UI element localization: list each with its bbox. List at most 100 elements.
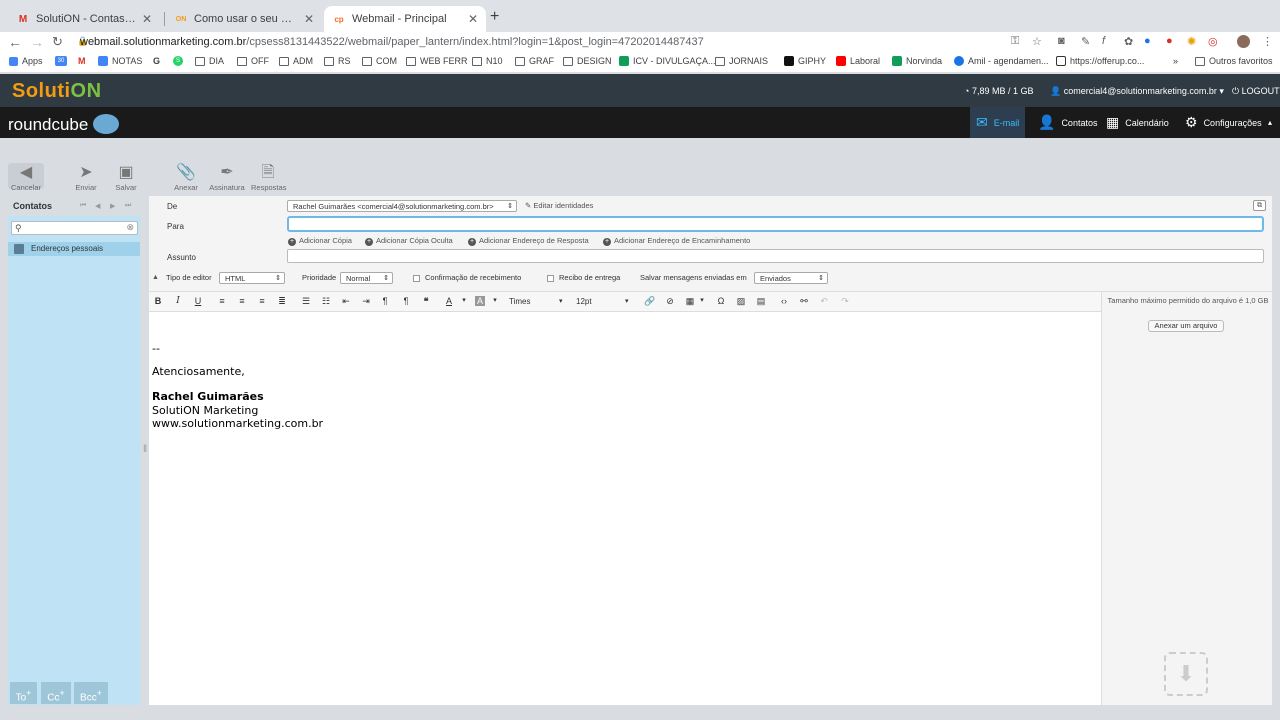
bookmark-calendar[interactable]: 30: [55, 56, 71, 66]
address-book-personal[interactable]: Endereços pessoais: [8, 242, 140, 256]
camera-icon[interactable]: ◙: [1058, 35, 1065, 47]
link-icon[interactable]: 🔗: [644, 296, 656, 307]
add-cc-link[interactable]: + Adicionar Cópia: [288, 236, 352, 246]
message-body-editor[interactable]: -- Atenciosamente, Rachel Guimarães Solu…: [149, 313, 1101, 705]
function-icon[interactable]: f: [1102, 35, 1105, 47]
bookmark-folder-design[interactable]: DESIGN: [563, 56, 612, 66]
drop-zone-download-icon[interactable]: ⬇: [1164, 652, 1208, 696]
options-toggle-icon[interactable]: ▲: [152, 274, 159, 281]
source-code-icon[interactable]: ‹›: [778, 296, 790, 306]
redo-icon[interactable]: ↷: [839, 296, 851, 307]
image-icon[interactable]: ▨: [735, 296, 747, 307]
user-menu[interactable]: 👤 comercial4@solutionmarketing.com.br ▾: [1050, 86, 1224, 97]
subject-input[interactable]: [287, 249, 1264, 263]
add-to-button[interactable]: To+: [10, 682, 37, 704]
new-tab-button[interactable]: +: [490, 8, 499, 26]
bookmark-gmail[interactable]: M: [78, 56, 86, 66]
bookmark-folder-dia[interactable]: DIA: [195, 56, 224, 66]
add-followup-to-link[interactable]: + Adicionar Endereço de Encaminhamento: [603, 236, 750, 246]
bookmark-giphy[interactable]: GIPHY: [784, 56, 826, 66]
eyedropper-icon[interactable]: ✎: [1081, 35, 1090, 48]
add-bcc-link[interactable]: + Adicionar Cópia Oculta: [365, 236, 453, 246]
background-color-icon[interactable]: A: [475, 296, 485, 306]
extension-red-icon[interactable]: ●: [1166, 35, 1173, 47]
bookmark-folder-web-ferr[interactable]: WEB FERR: [406, 56, 468, 66]
bookmark-amil[interactable]: Amil - agendamen...: [954, 56, 1049, 66]
bold-icon[interactable]: B: [152, 296, 164, 306]
bookmarks-overflow[interactable]: »: [1173, 56, 1178, 66]
task-settings[interactable]: ⚙ Configurações: [1185, 107, 1262, 138]
bullet-list-icon[interactable]: ☰: [300, 296, 312, 307]
next-page-icon[interactable]: ▶: [110, 202, 115, 210]
indent-icon[interactable]: ⇥: [360, 296, 372, 307]
add-cc-button[interactable]: Cc+: [41, 682, 71, 704]
responses-button[interactable]: 🗎 Respostas: [251, 163, 286, 192]
background-color-dropdown-icon[interactable]: ▾: [489, 296, 501, 304]
first-page-icon[interactable]: ⏮: [80, 202, 86, 210]
priority-select[interactable]: Normal ⇕: [340, 272, 393, 284]
bookmark-folder-n10[interactable]: N10: [472, 56, 503, 66]
extension-icon[interactable]: ✿: [1124, 35, 1133, 48]
read-receipt-checkbox[interactable]: [413, 275, 420, 282]
url-field[interactable]: webmail.solutionmarketing.com.br/cpsess8…: [80, 36, 704, 48]
table-icon[interactable]: ▦: [684, 296, 696, 307]
bookmark-folder-off[interactable]: OFF: [237, 56, 269, 66]
browser-tab-gmail[interactable]: M SolutiON - Contas de email co ✕: [8, 6, 160, 32]
extension-blue-icon[interactable]: ●: [1144, 35, 1151, 47]
bookmark-laboral[interactable]: Laboral: [836, 56, 880, 66]
profile-avatar[interactable]: [1237, 35, 1250, 48]
last-page-icon[interactable]: ⏭: [125, 202, 131, 210]
save-button[interactable]: ▣ Salvar: [115, 163, 137, 192]
from-select[interactable]: Rachel Guimarães <comercial4@solutionmar…: [287, 200, 517, 212]
numbered-list-icon[interactable]: ☷: [320, 296, 332, 307]
prev-page-icon[interactable]: ◀: [95, 202, 100, 210]
save-sent-select[interactable]: Enviados ⇕: [754, 272, 828, 284]
close-tab-icon[interactable]: ✕: [468, 12, 478, 26]
clear-search-icon[interactable]: ⊗: [126, 222, 134, 233]
text-color-icon[interactable]: A: [443, 296, 455, 306]
add-reply-to-link[interactable]: + Adicionar Endereço de Resposta: [468, 236, 589, 246]
undo-icon[interactable]: ↶: [818, 296, 830, 307]
table-dropdown-icon[interactable]: ▾: [696, 296, 708, 304]
unlink-icon[interactable]: ⊘: [664, 296, 676, 307]
media-icon[interactable]: ▤: [755, 296, 767, 307]
chevron-down-icon[interactable]: ▾: [559, 297, 563, 305]
close-tab-icon[interactable]: ✕: [142, 12, 152, 26]
underline-icon[interactable]: U: [192, 296, 204, 306]
logout-button[interactable]: ⏻ LOGOUT: [1232, 86, 1280, 97]
reload-icon[interactable]: ↻: [52, 34, 63, 50]
text-color-dropdown-icon[interactable]: ▾: [458, 296, 470, 304]
cancel-button[interactable]: ◀ Cancelar: [8, 163, 44, 192]
font-family-select[interactable]: Times: [509, 297, 530, 306]
special-char-icon[interactable]: Ω: [715, 296, 727, 306]
delivery-receipt-checkbox[interactable]: [547, 275, 554, 282]
contacts-search-input[interactable]: ⚲ ⊗: [11, 221, 138, 235]
font-size-select[interactable]: 12pt: [576, 297, 592, 306]
bookmark-folder-com[interactable]: COM: [362, 56, 397, 66]
editor-type-select[interactable]: HTML ⇕: [219, 272, 285, 284]
italic-icon[interactable]: I: [172, 296, 184, 306]
align-right-icon[interactable]: ≡: [256, 296, 268, 306]
key-icon[interactable]: ⚿: [1011, 35, 1019, 48]
bookmark-icv[interactable]: ICV - DIVULGAÇA...: [619, 56, 716, 66]
rtl-icon[interactable]: ¶: [400, 296, 412, 306]
attach-button[interactable]: 📎 Anexar: [173, 163, 199, 192]
bookmark-folder-jornais[interactable]: JORNAIS: [715, 56, 768, 66]
extension-gear-icon[interactable]: ✺: [1187, 35, 1196, 48]
bookmark-whatsapp[interactable]: S: [173, 56, 187, 66]
attach-file-button[interactable]: Anexar um arquivo: [1148, 320, 1224, 332]
browser-tab-webmail-help[interactable]: ON Como usar o seu Webmail - So ✕: [166, 6, 322, 32]
browser-tab-webmail-principal[interactable]: cp Webmail - Principal ✕: [324, 6, 486, 32]
blockquote-icon[interactable]: ❝: [420, 296, 432, 307]
to-input[interactable]: [287, 216, 1264, 232]
bookmark-norvinda[interactable]: Norvinda: [892, 56, 942, 66]
bookmark-google[interactable]: G: [153, 56, 160, 66]
bookmark-folder-graf[interactable]: GRAF: [515, 56, 554, 66]
add-bcc-button[interactable]: Bcc+: [74, 682, 108, 704]
task-email[interactable]: ✉ E-mail: [970, 107, 1026, 138]
menu-dots-icon[interactable]: ⋮: [1262, 35, 1273, 48]
task-contacts[interactable]: 👤 Contatos: [1038, 107, 1097, 138]
align-left-icon[interactable]: ≡: [216, 296, 228, 306]
bookmark-offerup[interactable]: https://offerup.co...: [1056, 56, 1144, 66]
bookmark-apps[interactable]: Apps: [9, 56, 43, 66]
